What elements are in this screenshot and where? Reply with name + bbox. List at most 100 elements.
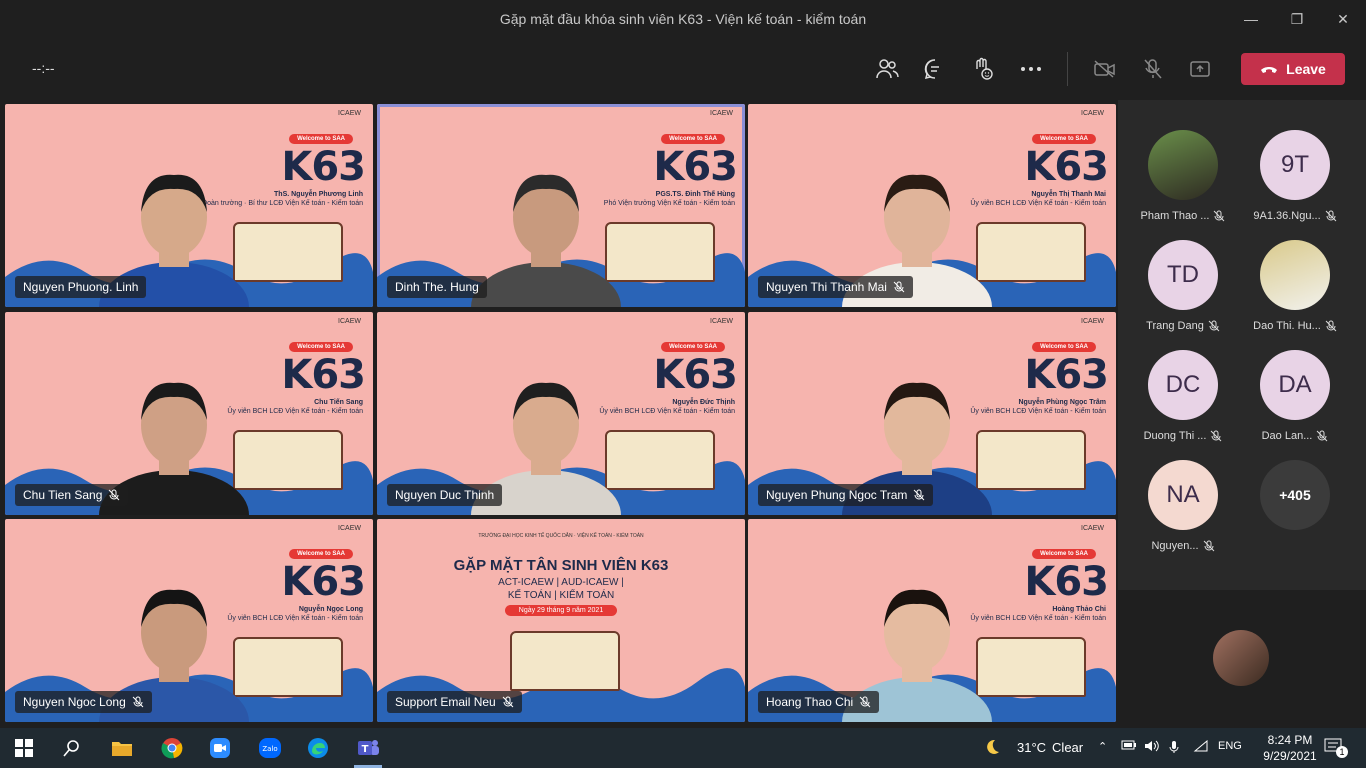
participant-name-tag: Dinh The. Hung — [387, 276, 487, 298]
notification-center-icon[interactable]: 1 — [1324, 738, 1348, 758]
speaker-title: Nguyễn Đức Thịnh — [672, 399, 735, 406]
phone-hangup-icon — [1261, 67, 1278, 73]
participant-name: Dao Lan... — [1261, 430, 1313, 442]
welcome-badge: Welcome to SAA — [1032, 134, 1096, 144]
zalo-icon[interactable]: Zalo — [258, 736, 282, 760]
participant-avatar-item[interactable]: +405 — [1240, 460, 1350, 530]
participant-avatar-item[interactable]: Pham Thao ... — [1128, 130, 1238, 222]
participant-label: Pham Thao ... — [1128, 210, 1238, 222]
meeting-timer: --:-- — [32, 60, 55, 76]
camera-off-icon[interactable] — [1092, 56, 1118, 82]
speaker-title: Nguyễn Thị Thanh Mai — [1031, 191, 1106, 198]
search-icon[interactable] — [60, 736, 84, 760]
self-avatar[interactable] — [1213, 630, 1269, 686]
leave-button[interactable]: Leave — [1241, 53, 1345, 85]
teams-icon[interactable]: T — [356, 736, 380, 760]
participant-name: Duong Thi ... — [1143, 430, 1207, 442]
k63-heading: K63 — [281, 559, 366, 605]
video-tile[interactable]: ICAEW Welcome to SAA K63 Chu Tiến Sang Ủy vi… — [5, 312, 373, 515]
chrome-icon[interactable] — [160, 736, 184, 760]
video-grid: ICAEW Welcome to SAA K63 ThS. Nguyễn Phương… — [0, 100, 1118, 726]
mic-muted-icon — [893, 281, 905, 293]
more-options-icon[interactable] — [1018, 56, 1044, 82]
svg-text:Zalo: Zalo — [262, 745, 277, 753]
video-tile[interactable]: ICAEW Welcome to SAA K63 Nguyễn Thị Thanh M… — [748, 104, 1116, 307]
mic-muted-icon — [1325, 210, 1336, 222]
book-illustration — [976, 222, 1086, 282]
participant-name: Nguyen Thi Thanh Mai — [766, 280, 887, 294]
mic-muted-icon — [1203, 540, 1214, 552]
participant-name-tag: Nguyen Phuong. Linh — [15, 276, 147, 298]
participant-name: Nguyen... — [1151, 540, 1199, 552]
share-screen-icon[interactable] — [1187, 56, 1213, 82]
video-tile[interactable]: ICAEW Welcome to SAA K63 Hoàng Thảo Chi Ủy v… — [748, 519, 1116, 722]
participant-avatar-item[interactable]: DC Duong Thi ... — [1128, 350, 1238, 442]
participant-initials: 9T — [1260, 130, 1330, 200]
participants-icon[interactable] — [874, 56, 900, 82]
participant-avatar-item[interactable]: Dao Thi. Hu... — [1240, 240, 1350, 332]
speaker-title: Nguyễn Phùng Ngọc Trâm — [1018, 399, 1106, 406]
participant-photo — [1260, 240, 1330, 310]
close-icon[interactable]: ✕ — [1320, 0, 1366, 38]
maximize-icon[interactable]: ❐ — [1274, 0, 1320, 38]
chat-icon[interactable] — [922, 56, 948, 82]
participant-avatar-item[interactable]: DA Dao Lan... — [1240, 350, 1350, 442]
window-titlebar: Gặp mặt đầu khóa sinh viên K63 - Viện kế… — [0, 0, 1366, 38]
banner-header: TRƯỜNG ĐẠI HỌC KINH TẾ QUỐC DÂN · VIỆN K… — [478, 533, 644, 539]
minimize-icon[interactable]: — — [1228, 0, 1274, 38]
edge-icon[interactable] — [306, 736, 330, 760]
battery-icon[interactable] — [1121, 740, 1137, 753]
participant-label: Duong Thi ... — [1128, 430, 1238, 442]
windows-start-icon[interactable] — [12, 736, 36, 760]
more-participants-button[interactable]: +405 — [1260, 460, 1330, 530]
weather-condition: Clear — [1052, 739, 1084, 755]
video-tile[interactable]: ICAEW Welcome to SAA K63 Nguyễn Phùng Ngọc … — [748, 312, 1116, 515]
mic-off-icon[interactable] — [1140, 56, 1166, 82]
weather-widget[interactable]: 31°C Clear — [983, 738, 1083, 756]
welcome-badge: Welcome to SAA — [661, 342, 725, 352]
file-explorer-icon[interactable] — [110, 736, 134, 760]
video-tile[interactable]: TRƯỜNG ĐẠI HỌC KINH TẾ QUỐC DÂN · VIỆN K… — [377, 519, 745, 722]
participant-name: Pham Thao ... — [1140, 210, 1210, 222]
participant-label: Dao Thi. Hu... — [1240, 320, 1350, 332]
microphone-icon[interactable] — [1168, 740, 1180, 757]
icaew-logo: ICAEW — [1081, 525, 1104, 532]
participant-name: Nguyen Duc Thinh — [395, 488, 495, 502]
video-tile[interactable]: ICAEW Welcome to SAA K63 PGS.TS. Đinh Thế H… — [377, 104, 745, 307]
video-tile[interactable]: ICAEW Welcome to SAA K63 Nguyễn Ngọc Long Ủy… — [5, 519, 373, 722]
participant-label: 9A1.36.Ngu... — [1240, 210, 1350, 222]
speaker-role: Phó Viện trưởng Viện Kế toán - Kiểm toán — [603, 200, 735, 207]
language-indicator[interactable]: ENG — [1218, 740, 1242, 752]
windows-taskbar: Zalo T 31°C Clear ⌃ ENG 8:24 PM 9/29/202… — [0, 728, 1366, 768]
participant-avatar-item[interactable]: 9T 9A1.36.Ngu... — [1240, 130, 1350, 222]
banner-line-1: ACT-ICAEW | AUD-ICAEW | — [498, 577, 624, 588]
participant-avatar-item[interactable]: TD Trang Dang — [1128, 240, 1238, 332]
wifi-icon[interactable] — [1193, 739, 1209, 755]
self-view-area — [1118, 590, 1366, 726]
system-clock[interactable]: 8:24 PM 9/29/2021 — [1260, 732, 1320, 764]
participant-initials: TD — [1148, 240, 1218, 310]
participant-avatar-item[interactable]: NA Nguyen... — [1128, 460, 1238, 552]
book-illustration — [605, 222, 715, 282]
mic-muted-icon — [859, 696, 871, 708]
participant-name-tag: Support Email Neu — [387, 691, 522, 713]
icaew-logo: ICAEW — [710, 110, 733, 117]
video-tile[interactable]: ICAEW Welcome to SAA K63 ThS. Nguyễn Phương… — [5, 104, 373, 307]
participant-initials: DC — [1148, 350, 1218, 420]
chevron-up-icon[interactable]: ⌃ — [1098, 740, 1107, 753]
volume-icon[interactable] — [1144, 740, 1160, 755]
reactions-icon[interactable] — [970, 56, 996, 82]
icaew-logo: ICAEW — [1081, 110, 1104, 117]
video-tile[interactable]: ICAEW Welcome to SAA K63 Nguyễn Đức Thịnh Ủy… — [377, 312, 745, 515]
participant-name: Dinh The. Hung — [395, 280, 479, 294]
book-illustration — [233, 637, 343, 697]
participant-name-tag: Chu Tien Sang — [15, 484, 129, 506]
mic-muted-icon — [1214, 210, 1225, 222]
icaew-logo: ICAEW — [710, 318, 733, 325]
zoom-icon[interactable] — [208, 736, 232, 760]
k63-heading: K63 — [1024, 559, 1109, 605]
window-controls: — ❐ ✕ — [1228, 0, 1366, 38]
mic-muted-icon — [1325, 320, 1337, 332]
icaew-logo: ICAEW — [338, 318, 361, 325]
k63-heading: K63 — [281, 352, 366, 398]
